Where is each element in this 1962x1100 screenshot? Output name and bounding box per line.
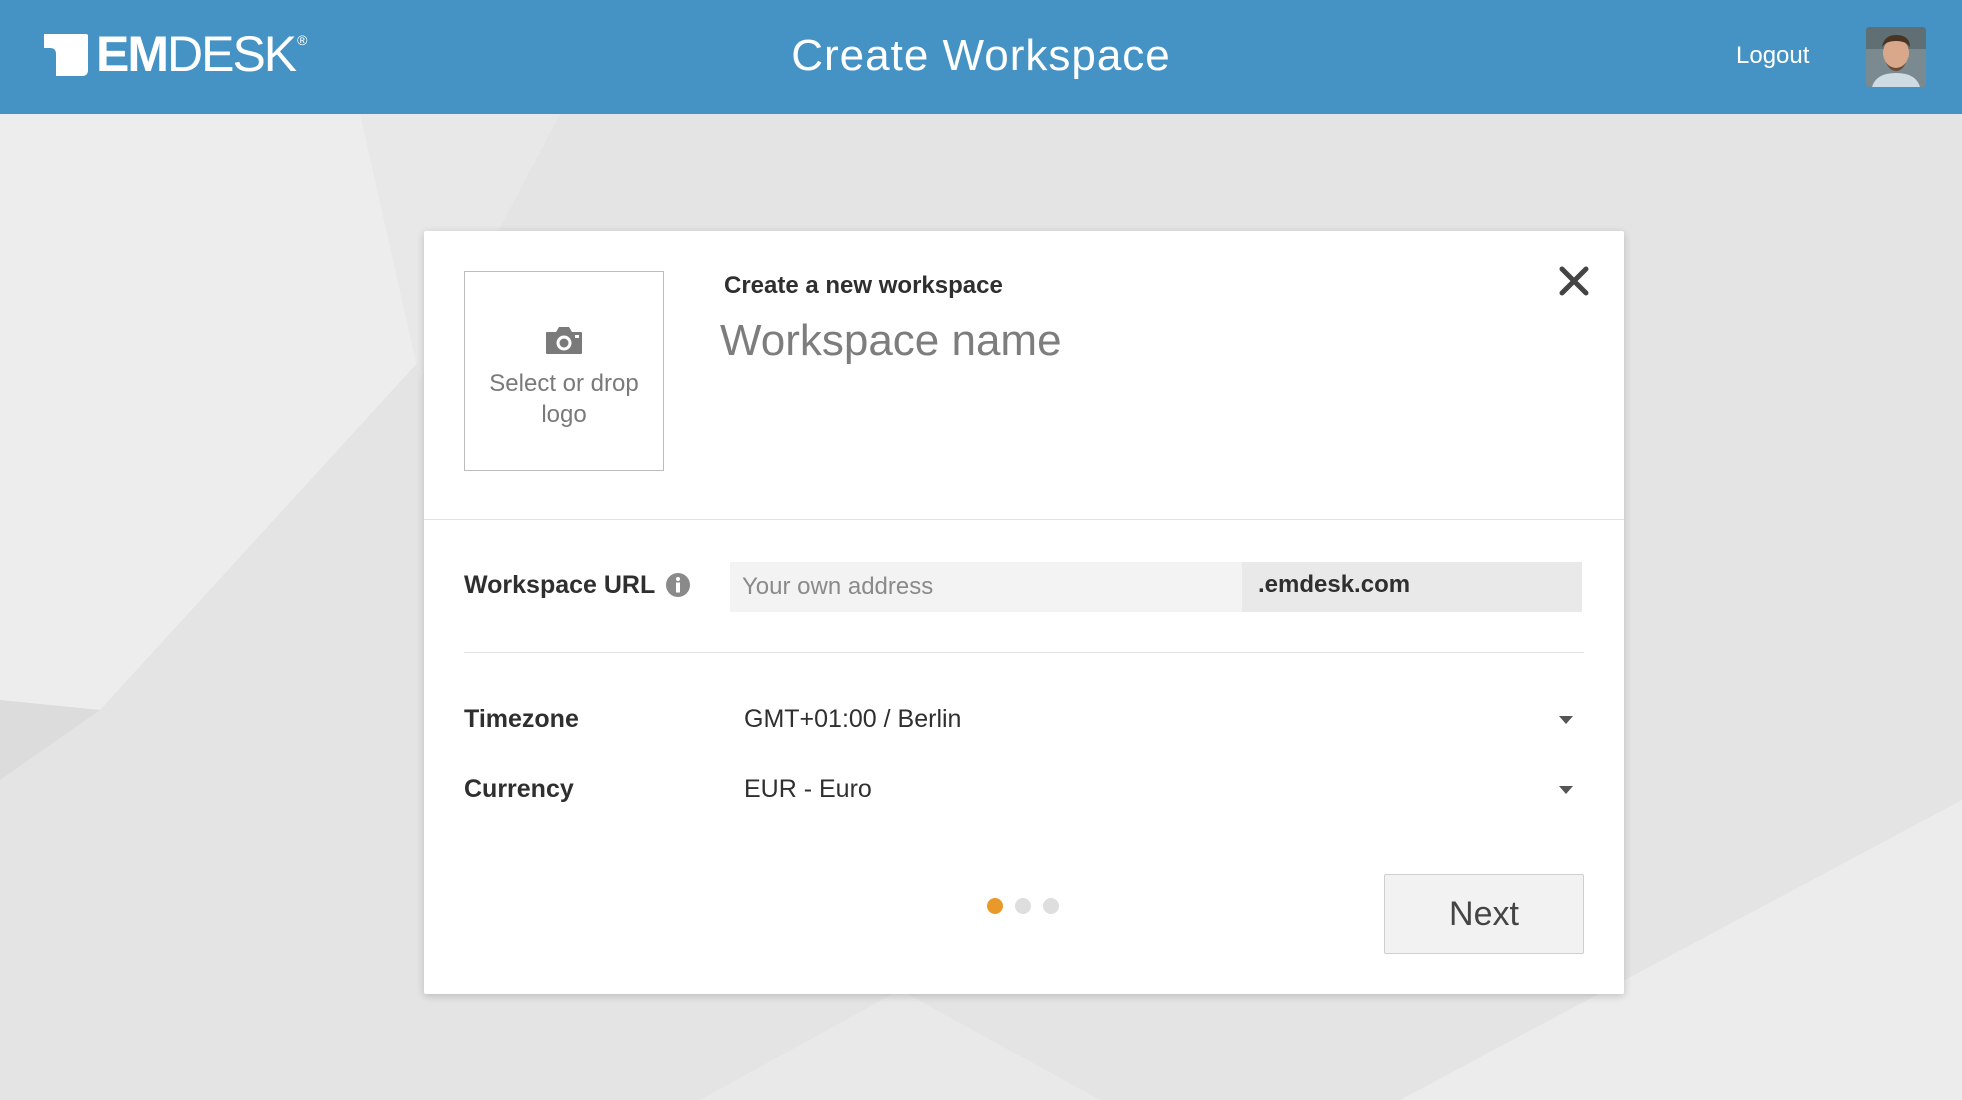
step-dot xyxy=(987,898,1003,914)
user-avatar[interactable] xyxy=(1866,27,1926,87)
step-dot xyxy=(1043,898,1059,914)
timezone-label: Timezone xyxy=(464,705,579,733)
workspace-url-label: Workspace URL xyxy=(464,567,691,603)
workspace-url-suffix: .emdesk.com xyxy=(1242,562,1582,612)
currency-label: Currency xyxy=(464,775,574,803)
section-divider xyxy=(424,519,1624,520)
chevron-down-icon xyxy=(1559,716,1573,724)
timezone-select[interactable]: GMT+01:00 / Berlin xyxy=(744,701,1590,741)
field-divider xyxy=(464,652,1584,653)
currency-select[interactable]: EUR - Euro xyxy=(744,771,1590,811)
avatar-image xyxy=(1866,27,1926,87)
workspace-url-label-text: Workspace URL xyxy=(464,571,656,599)
logout-link[interactable]: Logout xyxy=(1736,36,1809,76)
step-dot xyxy=(1015,898,1031,914)
chevron-down-icon xyxy=(1559,786,1573,794)
workspace-url-input[interactable] xyxy=(730,562,1242,612)
timezone-value: GMT+01:00 / Berlin xyxy=(744,705,962,733)
step-indicator xyxy=(987,898,1071,914)
logo-upload-label: Select or drop logo xyxy=(489,370,639,428)
info-icon[interactable] xyxy=(665,572,691,598)
currency-value: EUR - Euro xyxy=(744,775,872,803)
logo-upload-dropzone[interactable]: Select or drop logo xyxy=(464,271,664,471)
camera-icon xyxy=(546,327,582,354)
top-header: EMDESK ® Create Workspace Logout xyxy=(0,0,1962,114)
create-workspace-dialog: Select or drop logo Create a new workspa… xyxy=(424,231,1624,994)
dialog-subtitle: Create a new workspace xyxy=(724,272,1003,299)
next-button[interactable]: Next xyxy=(1384,874,1584,954)
workspace-name-input[interactable] xyxy=(720,311,1340,371)
page-title: Create Workspace xyxy=(791,31,1171,80)
close-icon[interactable] xyxy=(1556,263,1592,299)
